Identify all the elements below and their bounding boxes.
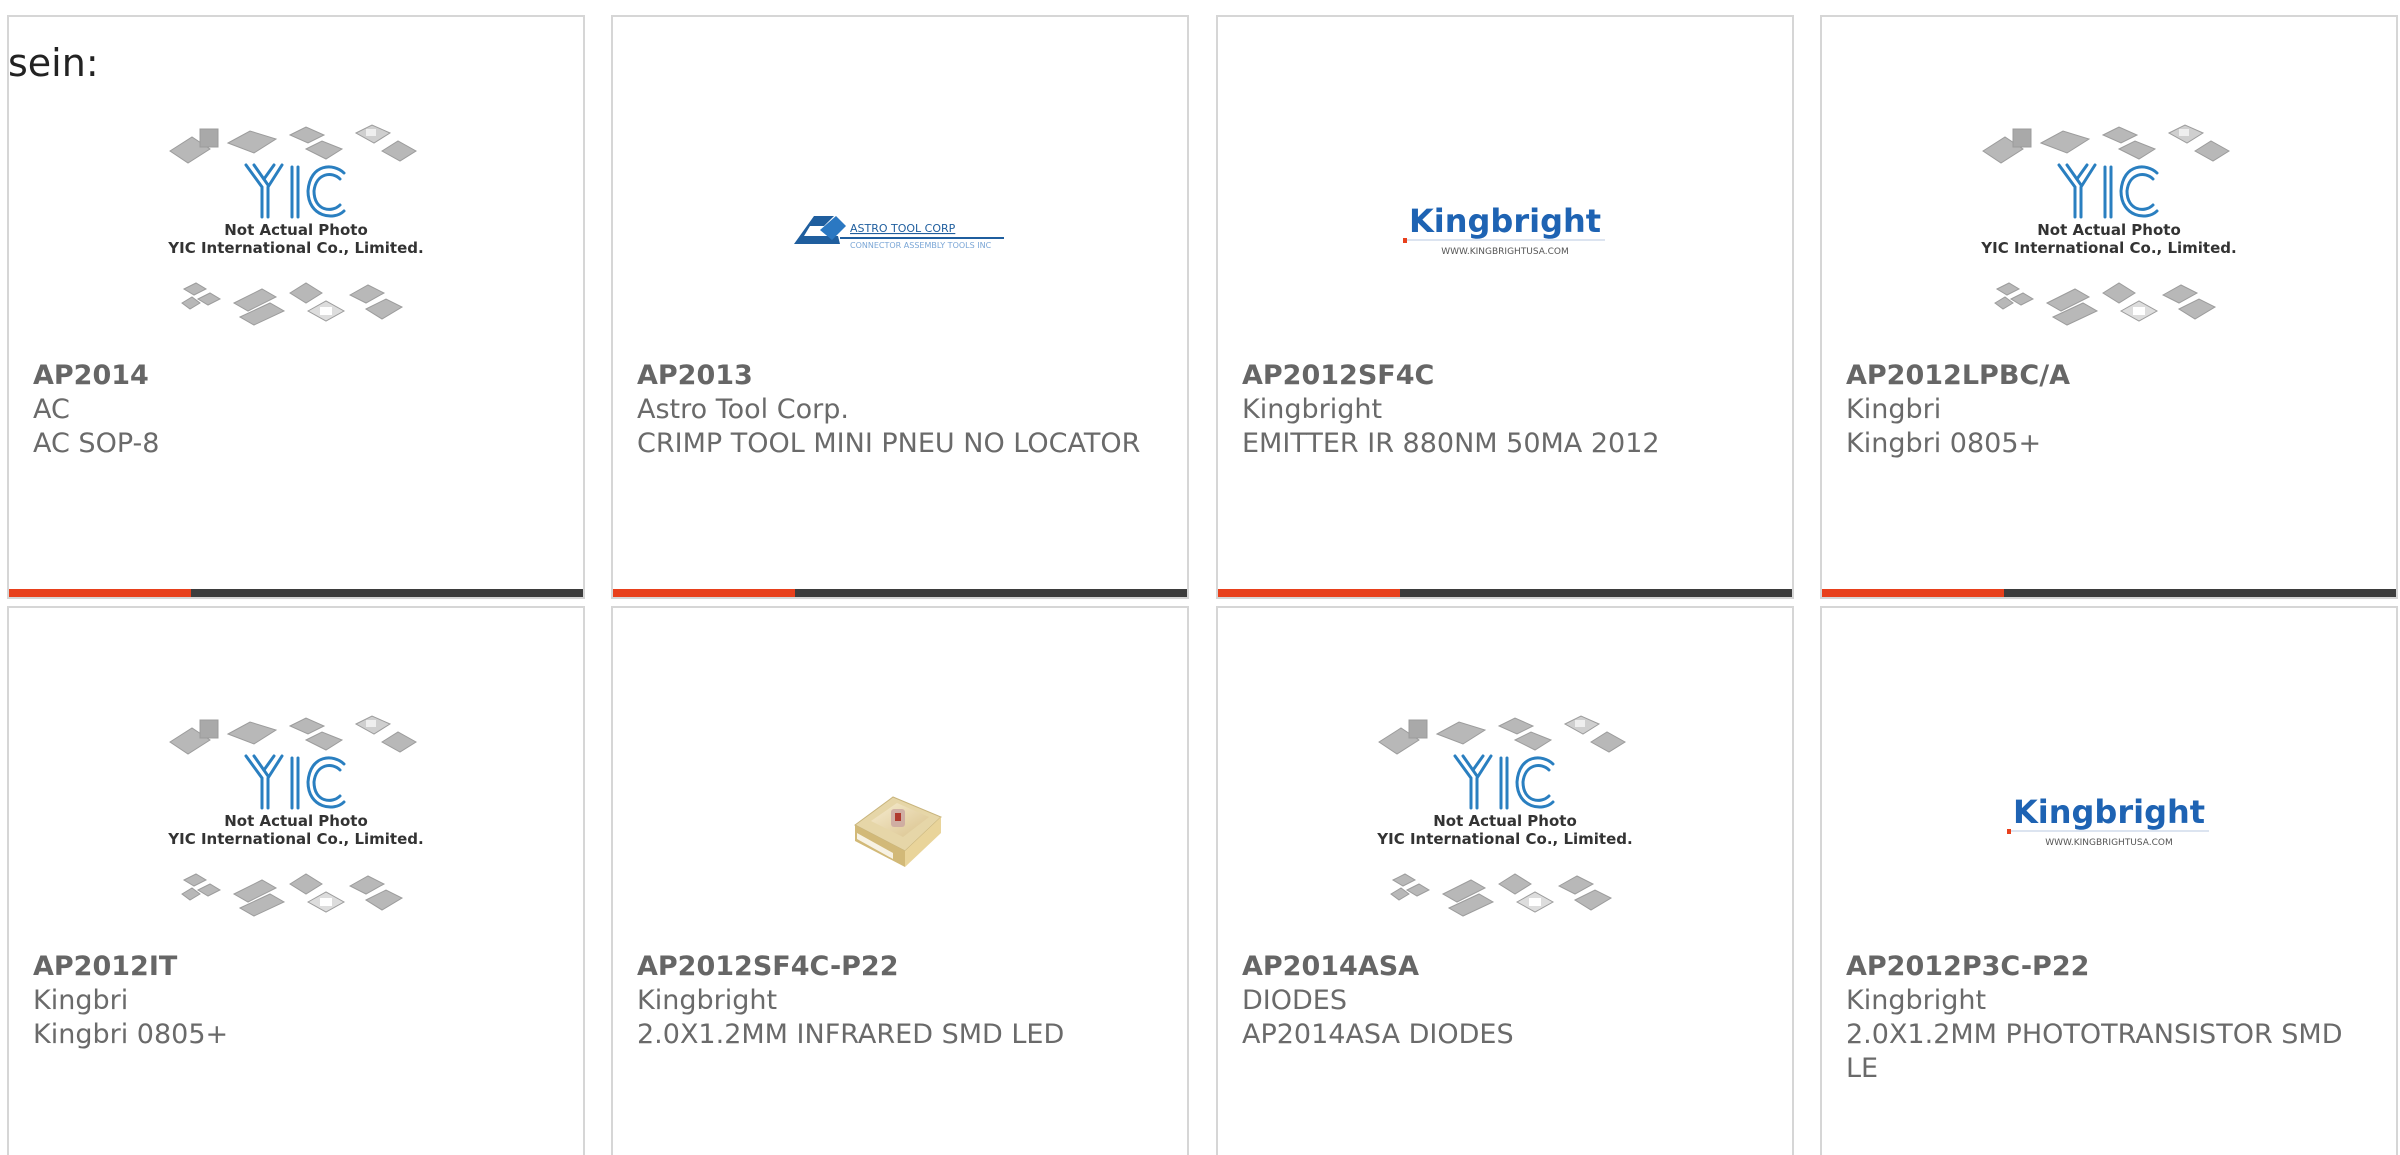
- product-grid-page: sein: Not Actual Photo YIC International…: [0, 0, 2400, 1155]
- astro-tool-logo: ASTRO TOOL CORP CONNECTOR ASSEMBLY TOOLS…: [794, 216, 1004, 250]
- manufacturer: AC: [33, 394, 70, 425]
- card-divider-bar: [1822, 589, 2396, 597]
- product-info: AP2012IT Kingbri Kingbri 0805+: [33, 950, 559, 1052]
- astro-line2: CONNECTOR ASSEMBLY TOOLS INC: [850, 241, 992, 250]
- description: AC SOP-8: [33, 428, 160, 459]
- part-number-link[interactable]: AP2012P3C-P22: [1846, 950, 2372, 984]
- product-image[interactable]: Kingbright WWW.KINGBRIGHTUSA.COM: [1822, 688, 2396, 958]
- card-accent-bar: [1822, 589, 2004, 597]
- product-card[interactable]: AP2012SF4C-P22 Kingbright 2.0X1.2MM INFRAR…: [611, 606, 1189, 1155]
- manufacturer: Kingbright: [1242, 394, 1383, 425]
- description: 2.0X1.2MM INFRARED SMD LED: [637, 1019, 1065, 1050]
- yic-line2: YIC International Co., Limited.: [167, 239, 423, 257]
- product-image[interactable]: [613, 688, 1187, 958]
- description: CRIMP TOOL MINI PNEU NO LOCATOR: [637, 428, 1141, 459]
- kingbright-line2: WWW.KINGBRIGHTUSA.COM: [1441, 247, 1569, 257]
- product-image[interactable]: Not Actual Photo YIC International Co., …: [9, 688, 583, 958]
- product-image[interactable]: Not Actual Photo YIC International Co., …: [1822, 97, 2396, 367]
- part-number-link[interactable]: AP2012SF4C: [1242, 359, 1768, 393]
- kingbright-line1: Kingbright: [2013, 793, 2205, 831]
- product-card[interactable]: Not Actual Photo YIC International Co., …: [7, 15, 585, 599]
- part-number-link[interactable]: AP2014ASA: [1242, 950, 1768, 984]
- product-image[interactable]: ASTRO TOOL CORP CONNECTOR ASSEMBLY TOOLS…: [613, 97, 1187, 367]
- manufacturer: Kingbright: [1846, 985, 1987, 1016]
- product-card[interactable]: Kingbright WWW.KINGBRIGHTUSA.COM AP2012S…: [1216, 15, 1794, 599]
- yic-line1: Not Actual Photo: [224, 812, 368, 830]
- astro-line1: ASTRO TOOL CORP: [850, 222, 956, 235]
- yic-placeholder-image: Not Actual Photo YIC International Co., …: [167, 124, 424, 326]
- yic-line2: YIC International Co., Limited.: [1980, 239, 2236, 257]
- description: Kingbri 0805+: [33, 1019, 229, 1050]
- yic-placeholder-image: Not Actual Photo YIC International Co., …: [1376, 715, 1633, 917]
- part-number-link[interactable]: AP2014: [33, 359, 559, 393]
- card-accent-bar: [1218, 589, 1400, 597]
- product-image[interactable]: Not Actual Photo YIC International Co., …: [9, 97, 583, 367]
- product-image[interactable]: Kingbright WWW.KINGBRIGHTUSA.COM: [1218, 97, 1792, 367]
- product-card[interactable]: Kingbright WWW.KINGBRIGHTUSA.COM AP2012P…: [1820, 606, 2398, 1155]
- part-number-link[interactable]: AP2012IT: [33, 950, 559, 984]
- yic-placeholder-image: Not Actual Photo YIC International Co., …: [1980, 124, 2237, 326]
- intro-text: sein:: [8, 41, 99, 85]
- card-divider-bar: [9, 589, 583, 597]
- part-number-link[interactable]: AP2012LPBC/A: [1846, 359, 2372, 393]
- manufacturer: Astro Tool Corp.: [637, 394, 849, 425]
- yic-line2: YIC International Co., Limited.: [1376, 830, 1632, 848]
- manufacturer: Kingbri: [1846, 394, 1942, 425]
- yic-line1: Not Actual Photo: [2037, 221, 2181, 239]
- yic-line1: Not Actual Photo: [224, 221, 368, 239]
- part-number-link[interactable]: AP2013: [637, 359, 1163, 393]
- yic-placeholder-image: Not Actual Photo YIC International Co., …: [167, 715, 424, 917]
- manufacturer: DIODES: [1242, 985, 1347, 1016]
- product-info: AP2014ASA DIODES AP2014ASA DIODES: [1242, 950, 1768, 1052]
- product-card[interactable]: Not Actual Photo YIC International Co., …: [7, 606, 585, 1155]
- product-card[interactable]: Not Actual Photo YIC International Co., …: [1216, 606, 1794, 1155]
- kingbright-line2: WWW.KINGBRIGHTUSA.COM: [2045, 838, 2173, 848]
- card-accent-bar: [613, 589, 795, 597]
- card-divider-bar: [613, 589, 1187, 597]
- yic-line2: YIC International Co., Limited.: [167, 830, 423, 848]
- description: 2.0X1.2MM PHOTOTRANSISTOR SMD LE: [1846, 1019, 2343, 1084]
- kingbright-logo: Kingbright WWW.KINGBRIGHTUSA.COM: [1403, 202, 1605, 257]
- manufacturer: Kingbri: [33, 985, 129, 1016]
- product-info: AP2012LPBC/A Kingbri Kingbri 0805+: [1846, 359, 2372, 461]
- product-image[interactable]: Not Actual Photo YIC International Co., …: [1218, 688, 1792, 958]
- yic-line1: Not Actual Photo: [1433, 812, 1577, 830]
- card-accent-bar: [9, 589, 191, 597]
- manufacturer: Kingbright: [637, 985, 778, 1016]
- description: EMITTER IR 880NM 50MA 2012: [1242, 428, 1660, 459]
- product-info: AP2012P3C-P22 Kingbright 2.0X1.2MM PHOTOTR…: [1846, 950, 2372, 1086]
- product-card[interactable]: Not Actual Photo YIC International Co., …: [1820, 15, 2398, 599]
- product-info: AP2014 AC AC SOP-8: [33, 359, 559, 461]
- description: Kingbri 0805+: [1846, 428, 2042, 459]
- kingbright-line1: Kingbright: [1409, 202, 1601, 240]
- product-info: AP2012SF4C-P22 Kingbright 2.0X1.2MM INFRAR…: [637, 950, 1163, 1052]
- kingbright-logo: Kingbright WWW.KINGBRIGHTUSA.COM: [2007, 793, 2209, 848]
- product-info: AP2012SF4C Kingbright EMITTER IR 880NM 50M…: [1242, 359, 1768, 461]
- description: AP2014ASA DIODES: [1242, 1019, 1514, 1050]
- product-card[interactable]: ASTRO TOOL CORP CONNECTOR ASSEMBLY TOOLS…: [611, 15, 1189, 599]
- card-divider-bar: [1218, 589, 1792, 597]
- part-number-link[interactable]: AP2012SF4C-P22: [637, 950, 1163, 984]
- smd-led-photo: [854, 796, 942, 867]
- product-info: AP2013 Astro Tool Corp. CRIMP TOOL MINI PN…: [637, 359, 1163, 461]
